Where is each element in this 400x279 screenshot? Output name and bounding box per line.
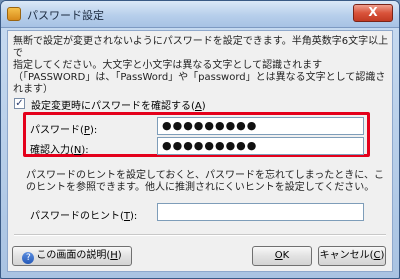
confirm-password-input[interactable]: ●●●●●●●●●	[157, 137, 364, 155]
ok-button[interactable]: OK	[252, 246, 312, 266]
dialog-body: 無断で設定が変更されないようにパスワードを設定できます。半角英数字6文字以上で指…	[7, 30, 393, 272]
close-button[interactable]: X	[353, 4, 393, 22]
cancel-button[interactable]: キャンセル(C)	[318, 246, 386, 266]
mnemonic-o: O	[274, 250, 283, 261]
description-line-3: （「PASSWORD」は、「PassWord」や「password」とは異なる文…	[13, 72, 386, 95]
help-button[interactable]: ? この画面の説明(H)	[12, 246, 132, 266]
app-icon	[7, 7, 21, 21]
confirm-password-label: 設定変更時にパスワードを確認する(A)	[31, 101, 206, 112]
password-settings-dialog: パスワード設定 X 無断で設定が変更されないようにパスワードを設定できます。半角…	[0, 0, 400, 279]
mnemonic-h: H	[110, 250, 118, 261]
confirm-password-field-label: 確認入力(N):	[30, 145, 89, 156]
hint-description: パスワードのヒントを設定しておくと、パスワードを忘れてしまったときに、このヒント…	[26, 170, 384, 193]
password-value: ●●●●●●●●●	[162, 119, 258, 132]
password-input[interactable]: ●●●●●●●●●	[157, 117, 364, 135]
help-icon: ?	[22, 252, 35, 264]
description-line-2: 指定してください。大文字と小文字は異なる文字として認識されます	[13, 60, 323, 71]
confirm-password-value: ●●●●●●●●●	[162, 139, 258, 152]
description-text: 無断で設定が変更されないようにパスワードを設定できます。半角英数字6文字以上で指…	[13, 36, 389, 96]
window-title: パスワード設定	[27, 9, 104, 22]
confirm-password-checkbox[interactable]: ✓	[14, 98, 25, 109]
separator	[14, 234, 386, 236]
mnemonic-a: A	[194, 101, 202, 112]
description-line-1: 無断で設定が変更されないようにパスワードを設定できます。半角英数字6文字以上で	[13, 36, 389, 59]
hint-label: パスワードのヒント(T):	[30, 211, 138, 222]
hint-input[interactable]	[157, 203, 364, 221]
title-bar: パスワード設定 X	[1, 1, 399, 28]
password-label: パスワード(P):	[30, 125, 98, 136]
close-icon: X	[368, 5, 378, 19]
